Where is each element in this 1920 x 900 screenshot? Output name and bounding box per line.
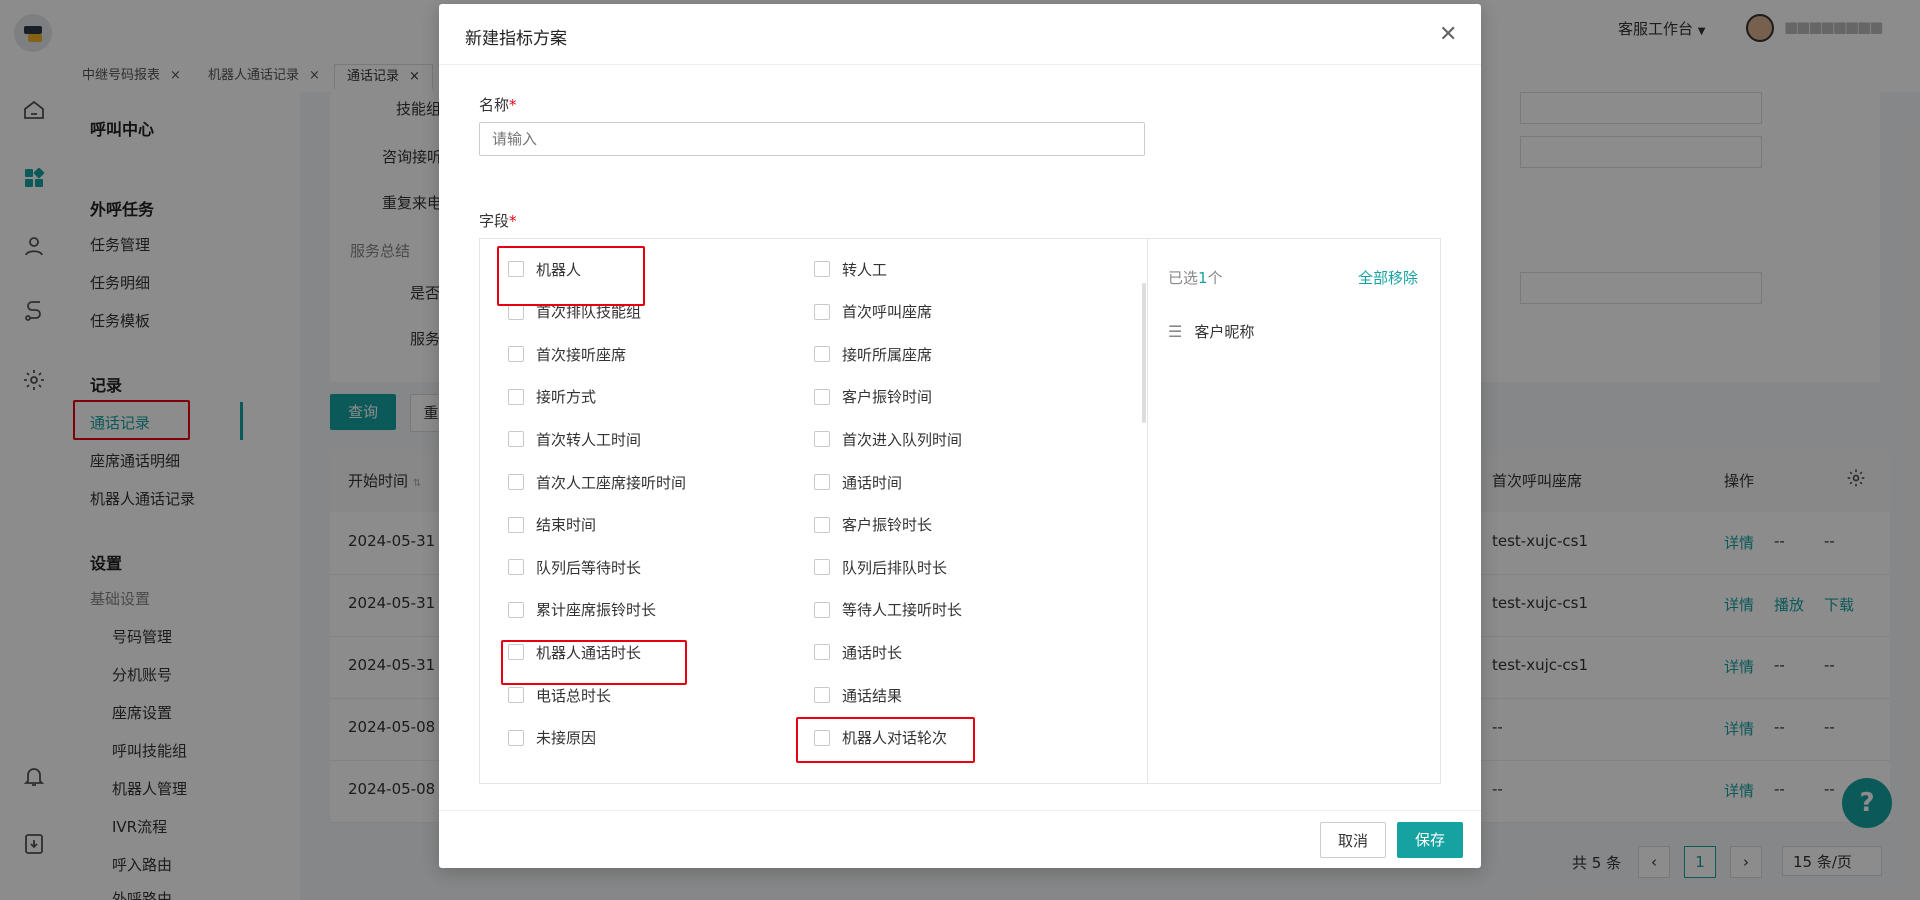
checkbox[interactable] (508, 729, 524, 746)
field-option[interactable]: 接听方式 (508, 387, 596, 407)
field-option[interactable]: 转人工 (814, 259, 887, 279)
field-option-label: 队列后等待时长 (536, 558, 642, 577)
checkbox[interactable] (814, 644, 830, 661)
field-option[interactable]: 通话时长 (814, 642, 902, 662)
fields-label: 字段* (479, 210, 517, 231)
field-option[interactable]: 接听所属座席 (814, 344, 932, 364)
field-options-list: 机器人 首次排队技能组 首次接听座席 接听方式 首次转人工时间 首次人工座席接听时间 结束时… (480, 239, 1148, 783)
field-option-label: 队列后排队时长 (842, 558, 948, 577)
field-option-label: 客户振铃时长 (842, 516, 933, 535)
field-option[interactable]: 首次接听座席 (508, 344, 626, 364)
field-option-label: 通话时长 (842, 643, 903, 662)
divider (439, 64, 1481, 65)
checkbox[interactable] (508, 346, 524, 363)
checkbox[interactable] (814, 303, 830, 320)
field-option-label: 首次呼叫座席 (842, 303, 933, 322)
field-option-label: 未接原因 (536, 729, 597, 748)
field-option[interactable]: 首次进入队列时间 (814, 429, 962, 449)
checkbox[interactable] (814, 474, 830, 490)
selected-prefix: 已选 (1168, 269, 1199, 287)
selected-fields-panel: 已选1个 全部移除 ☰ 客户昵称 (1148, 239, 1440, 783)
field-option-label: 接听方式 (536, 388, 597, 407)
field-option-label: 累计座席振铃时长 (536, 601, 657, 620)
close-icon[interactable]: ✕ (1439, 24, 1457, 46)
highlight-box-robot-call-duration (501, 640, 687, 685)
required-mark: * (509, 96, 517, 114)
field-option-label: 首次人工座席接听时间 (536, 473, 687, 492)
cancel-button[interactable]: 取消 (1320, 822, 1386, 858)
checkbox[interactable] (508, 559, 524, 576)
checkbox[interactable] (814, 346, 830, 363)
field-option[interactable]: 客户振铃时间 (814, 387, 932, 407)
selected-count-number: 1 (1198, 269, 1208, 287)
selected-suffix: 个 (1207, 269, 1223, 287)
divider (439, 810, 1481, 811)
checkbox[interactable] (508, 474, 524, 490)
field-option-label: 首次进入队列时间 (842, 430, 963, 449)
highlight-box-robot-dialog-turns (796, 717, 975, 763)
field-option[interactable]: 等待人工接听时长 (814, 600, 962, 620)
selected-item[interactable]: ☰ 客户昵称 (1168, 321, 1254, 342)
required-mark: * (509, 212, 517, 230)
field-option[interactable]: 结束时间 (508, 515, 596, 535)
selected-item-label: 客户昵称 (1194, 323, 1255, 341)
field-option[interactable]: 队列后等待时长 (508, 557, 641, 577)
field-selector: 机器人 首次排队技能组 首次接听座席 接听方式 首次转人工时间 首次人工座席接听时间 结束时… (479, 238, 1441, 784)
checkbox[interactable] (814, 601, 830, 618)
scrollbar[interactable] (1142, 283, 1146, 423)
save-button[interactable]: 保存 (1397, 822, 1463, 858)
field-option-label: 接听所属座席 (842, 345, 933, 364)
field-option-label: 首次转人工时间 (536, 430, 642, 449)
field-option[interactable]: 首次人工座席接听时间 (508, 472, 686, 492)
fields-label-text: 字段 (479, 212, 510, 230)
field-option[interactable]: 未接原因 (508, 728, 596, 748)
field-option-label: 转人工 (842, 260, 888, 279)
highlight-box-robot (497, 246, 645, 306)
field-option-label: 客户振铃时间 (842, 388, 933, 407)
field-option[interactable]: 队列后排队时长 (814, 557, 947, 577)
field-option-label: 等待人工接听时长 (842, 601, 963, 620)
checkbox[interactable] (814, 516, 830, 533)
name-label: 名称* (479, 94, 517, 115)
checkbox[interactable] (814, 431, 830, 448)
field-option-label: 通话结果 (842, 686, 903, 705)
field-option-label: 首次接听座席 (536, 345, 627, 364)
field-option[interactable]: 首次转人工时间 (508, 429, 641, 449)
field-option[interactable]: 首次呼叫座席 (814, 302, 932, 322)
field-option[interactable]: 通话时间 (814, 472, 902, 492)
checkbox[interactable] (814, 261, 830, 277)
checkbox[interactable] (814, 559, 830, 576)
field-option[interactable]: 累计座席振铃时长 (508, 600, 656, 620)
field-option[interactable]: 客户振铃时长 (814, 515, 932, 535)
field-option[interactable]: 通话结果 (814, 685, 902, 705)
drag-handle-icon[interactable]: ☰ (1168, 322, 1182, 341)
dialog-title: 新建指标方案 (465, 29, 567, 49)
checkbox[interactable] (814, 687, 830, 703)
remove-all-button[interactable]: 全部移除 (1358, 267, 1418, 288)
checkbox[interactable] (508, 516, 524, 533)
selected-count: 已选1个 (1168, 267, 1223, 288)
checkbox[interactable] (508, 431, 524, 448)
checkbox[interactable] (508, 687, 524, 703)
field-option[interactable]: 电话总时长 (508, 685, 611, 705)
field-option-label: 结束时间 (536, 516, 597, 535)
name-input[interactable] (479, 122, 1145, 156)
checkbox[interactable] (508, 601, 524, 618)
name-label-text: 名称 (479, 96, 510, 114)
field-option-label: 电话总时长 (536, 686, 612, 705)
checkbox[interactable] (814, 388, 830, 405)
field-option-label: 通话时间 (842, 473, 903, 492)
checkbox[interactable] (508, 388, 524, 405)
